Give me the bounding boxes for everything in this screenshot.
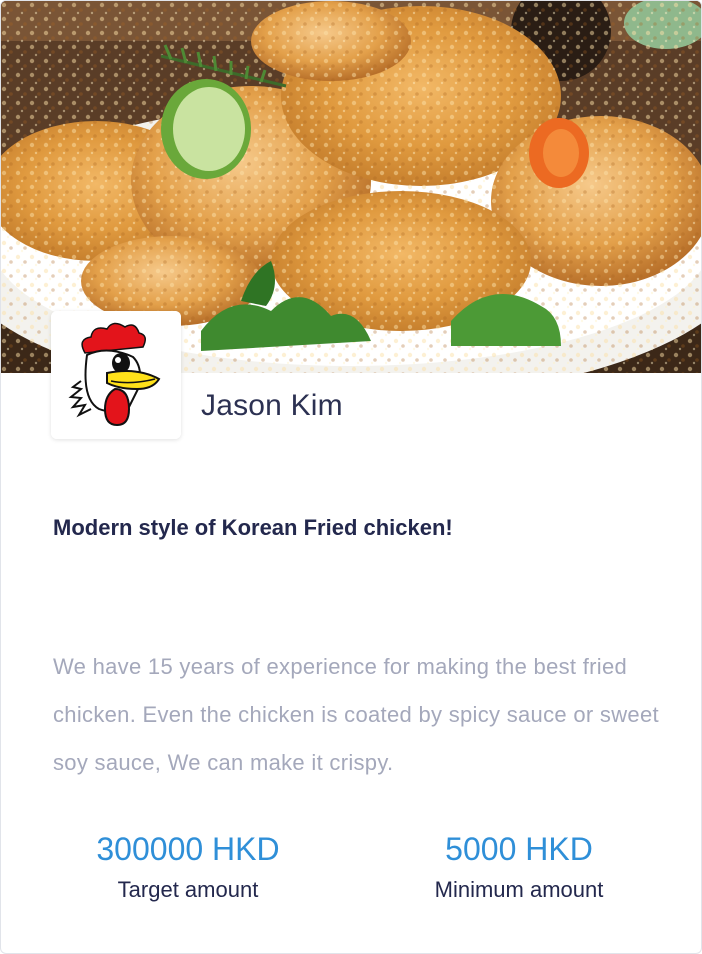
- target-amount-stat: 300000 HKD Target amount: [28, 829, 348, 905]
- rooster-mascot-icon: [51, 311, 181, 439]
- minimum-amount-value: 5000 HKD: [445, 831, 593, 867]
- campaign-headline: Modern style of Korean Fried chicken!: [53, 515, 453, 540]
- owner-name[interactable]: Jason Kim: [201, 389, 343, 423]
- target-amount-value: 300000 HKD: [96, 831, 280, 867]
- project-card: Jason Kim Modern style of Korean Fried c…: [0, 0, 702, 954]
- restaurant-logo: [51, 311, 181, 439]
- campaign-description: We have 15 years of experience for makin…: [53, 654, 659, 775]
- minimum-amount-stat: 5000 HKD Minimum amount: [359, 829, 679, 905]
- minimum-amount-label: Minimum amount: [434, 877, 604, 902]
- target-amount-label: Target amount: [117, 877, 259, 902]
